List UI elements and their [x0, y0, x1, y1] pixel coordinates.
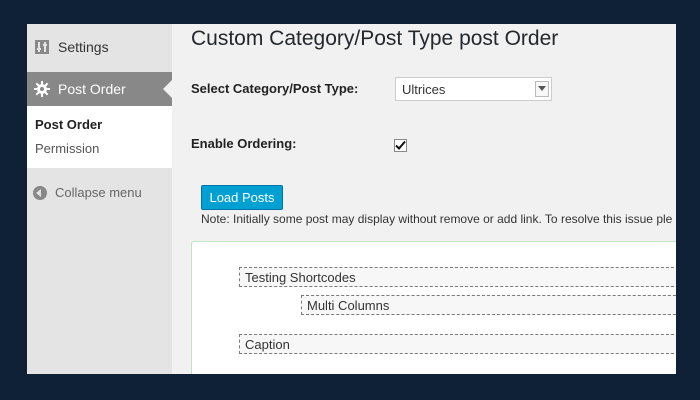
- submenu-item-permission[interactable]: Permission: [35, 141, 99, 156]
- sidebar-item-post-order-label: Post Order: [58, 81, 126, 97]
- load-posts-button[interactable]: Load Posts: [201, 185, 283, 210]
- collapse-menu-label: Collapse menu: [55, 185, 142, 200]
- collapse-menu-button[interactable]: Collapse menu: [33, 185, 142, 200]
- select-category-label: Select Category/Post Type:: [191, 81, 359, 96]
- post-order-submenu: Post Order Permission: [27, 106, 172, 168]
- admin-sidebar: Settings Post Order Post Order Permissio…: [27, 24, 172, 374]
- submenu-item-post-order[interactable]: Post Order: [35, 117, 102, 132]
- sidebar-item-settings-label: Settings: [58, 39, 109, 55]
- chevron-down-icon: [535, 81, 549, 97]
- sidebar-item-post-order[interactable]: Post Order: [27, 72, 172, 106]
- sortable-item[interactable]: Testing Shortcodes: [239, 267, 676, 287]
- gear-icon: [34, 81, 50, 97]
- collapse-arrow-icon: [33, 185, 47, 200]
- sortable-posts-list: Testing Shortcodes Multi Columns Caption: [191, 241, 676, 374]
- main-content: Custom Category/Post Type post Order Sel…: [172, 24, 676, 374]
- sortable-item[interactable]: Multi Columns: [301, 295, 676, 315]
- select-value: Ultrices: [402, 81, 446, 97]
- sidebar-item-settings[interactable]: Settings: [27, 30, 172, 64]
- checkmark-icon: [395, 140, 406, 150]
- note-text: Note: Initially some post may display wi…: [201, 212, 673, 226]
- enable-ordering-label: Enable Ordering:: [191, 136, 297, 151]
- category-post-type-select[interactable]: Ultrices: [395, 77, 552, 101]
- wp-admin-window: Settings Post Order Post Order Permissio…: [27, 24, 676, 374]
- enable-ordering-checkbox[interactable]: [394, 139, 407, 152]
- page-title: Custom Category/Post Type post Order: [191, 27, 559, 50]
- settings-sliders-icon: [34, 39, 50, 55]
- sortable-item[interactable]: Caption: [239, 334, 676, 354]
